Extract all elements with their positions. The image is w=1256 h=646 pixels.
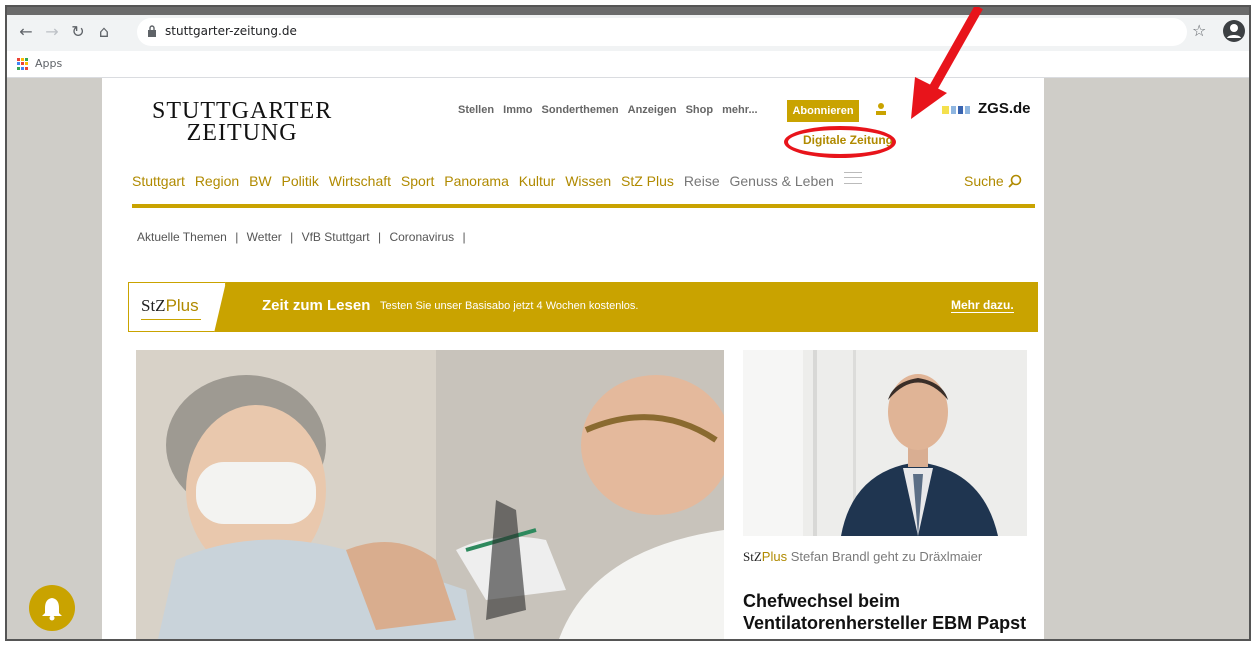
- address-bar[interactable]: stuttgarter-zeitung.de: [137, 18, 1187, 46]
- vaccination-photo: [136, 350, 724, 639]
- annotation-arrow: [911, 7, 983, 119]
- kicker-plus-logo: Plus: [761, 549, 788, 564]
- reload-icon[interactable]: ↻: [67, 21, 89, 43]
- user-icon[interactable]: [875, 102, 887, 116]
- home-icon[interactable]: ⌂: [93, 21, 115, 43]
- hero-article-image[interactable]: [136, 350, 724, 639]
- nav-item-stuttgart[interactable]: Stuttgart: [132, 173, 185, 189]
- logo-line-2: ZEITUNG: [186, 120, 298, 146]
- top-links: Stellen Immo Sonderthemen Anzeigen Shop …: [458, 104, 764, 116]
- nav-divider: [132, 204, 1035, 208]
- portrait-photo: [743, 350, 1027, 536]
- window-top-bar: [7, 7, 1249, 15]
- topic-separator: |: [290, 230, 294, 244]
- promo-more-link[interactable]: Mehr dazu.: [951, 298, 1014, 313]
- bookmark-star-icon[interactable]: ☆: [1192, 21, 1206, 40]
- side-article-kicker[interactable]: StZPlus Stefan Brandl geht zu Dräxlmaier: [743, 548, 1003, 566]
- nav-item-wirtschaft[interactable]: Wirtschaft: [329, 173, 391, 189]
- nav-item-panorama[interactable]: Panorama: [444, 173, 509, 189]
- topic-separator: |: [235, 230, 239, 244]
- top-link-immo[interactable]: Immo: [503, 104, 532, 116]
- nav-item-reise[interactable]: Reise: [684, 173, 720, 189]
- nav-item-politik[interactable]: Politik: [282, 173, 319, 189]
- main-navigation: Stuttgart Region BW Politik Wirtschaft S…: [132, 172, 868, 189]
- search-icon: [1007, 174, 1021, 188]
- annotation-circle: [784, 126, 896, 158]
- top-link-sonderthemen[interactable]: Sonderthemen: [542, 104, 619, 116]
- topics-bar: Aktuelle Themen | Wetter | VfB Stuttgart…: [137, 230, 471, 244]
- topic-aktuelle-themen[interactable]: Aktuelle Themen: [137, 230, 227, 244]
- nav-item-region[interactable]: Region: [195, 173, 239, 189]
- profile-avatar-icon[interactable]: [1223, 20, 1245, 42]
- bookmarks-bar: Apps: [7, 51, 1249, 78]
- logo-line-1: STUTTGARTER: [152, 98, 333, 124]
- topic-separator: |: [377, 230, 382, 244]
- menu-hamburger-icon[interactable]: [843, 172, 862, 184]
- forward-icon[interactable]: →: [41, 21, 63, 43]
- kicker-text: Stefan Brandl geht zu Dräxlmaier: [790, 549, 983, 564]
- topic-separator: |: [462, 230, 466, 244]
- kicker-stz-logo: StZ: [743, 549, 762, 564]
- nav-item-genuss-leben[interactable]: Genuss & Leben: [730, 173, 834, 189]
- plus-logo-text: Plus: [165, 296, 199, 315]
- nav-item-kultur[interactable]: Kultur: [519, 173, 556, 189]
- side-article-image[interactable]: [743, 350, 1027, 536]
- url-text: stuttgarter-zeitung.de: [165, 24, 297, 38]
- logo-underline: [141, 319, 201, 320]
- bell-icon: [42, 598, 62, 621]
- site-logo[interactable]: STUTTGARTER ZEITUNG: [152, 98, 333, 146]
- screenshot-frame: ← → ↻ ⌂ stuttgarter-zeitung.de ☆ Apps ST…: [5, 5, 1251, 641]
- stz-logo-text: StZ: [141, 296, 166, 315]
- top-link-anzeigen[interactable]: Anzeigen: [628, 104, 677, 116]
- topic-vfb-stuttgart[interactable]: VfB Stuttgart: [302, 230, 370, 244]
- browser-toolbar: ← → ↻ ⌂ stuttgarter-zeitung.de ☆: [7, 15, 1249, 51]
- stz-plus-promo-banner[interactable]: StZPlus Zeit zum Lesen Testen Sie unser …: [128, 282, 1038, 332]
- notification-bell-button[interactable]: [29, 585, 75, 631]
- promo-subtitle: Testen Sie unser Basisabo jetzt 4 Wochen…: [380, 300, 639, 312]
- search-link[interactable]: Suche: [964, 173, 1022, 189]
- abonnieren-button[interactable]: Abonnieren: [787, 100, 859, 122]
- top-link-stellen[interactable]: Stellen: [458, 104, 494, 116]
- apps-grid-icon[interactable]: [17, 58, 29, 70]
- nav-item-stz-plus[interactable]: StZ Plus: [621, 173, 674, 189]
- top-link-shop[interactable]: Shop: [686, 104, 714, 116]
- topic-coronavirus[interactable]: Coronavirus: [389, 230, 454, 244]
- nav-item-wissen[interactable]: Wissen: [565, 173, 611, 189]
- nav-item-sport[interactable]: Sport: [401, 173, 434, 189]
- stz-plus-logo: StZPlus: [141, 296, 199, 316]
- search-label: Suche: [964, 173, 1004, 189]
- topic-wetter[interactable]: Wetter: [247, 230, 282, 244]
- lock-icon: [148, 25, 156, 37]
- apps-bookmark-label[interactable]: Apps: [35, 57, 62, 70]
- side-article-headline[interactable]: Chefwechsel beim Ventilatorenhersteller …: [743, 590, 1033, 634]
- top-link-mehr[interactable]: mehr...: [722, 104, 757, 116]
- web-page: STUTTGARTER ZEITUNG Stellen Immo Sondert…: [102, 78, 1044, 639]
- stz-plus-logo-box: StZPlus: [128, 282, 226, 332]
- promo-title: Zeit zum Lesen: [262, 297, 371, 314]
- nav-item-bw[interactable]: BW: [249, 173, 272, 189]
- back-icon[interactable]: ←: [15, 21, 37, 43]
